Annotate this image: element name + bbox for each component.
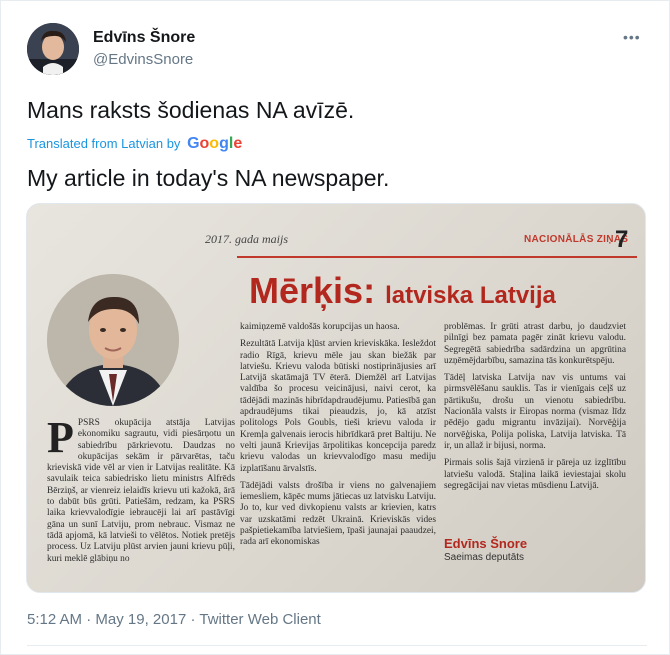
divider [27,645,647,646]
tweet-meta: 5:12 AM · May 19, 2017 · Twitter Web Cli… [27,611,321,628]
author-portrait [47,274,179,406]
newspaper-page: 2017. gada maijs NACIONĀLĀS ZIŅAS 7 Mērķ… [27,204,645,592]
newspaper-section: NACIONĀLĀS ZIŅAS [524,234,629,245]
newspaper-rule [237,256,637,258]
translation-label: Translated from Latvian by [27,136,181,151]
column-3-paragraph: Pirmais solis šajā virzienā ir pāreja uz… [444,458,626,491]
tweet-client[interactable]: Twitter Web Client [199,611,320,628]
tweet-card: Edvīns Šnore @EdvinsSnore ••• Mans rakst… [0,0,670,655]
column-3-paragraph: Tādēļ latviska Latvija nav vis untums va… [444,373,626,451]
newspaper-page-number: 7 [615,226,629,253]
translated-text: My article in today's NA newspaper. [27,165,390,191]
newspaper-date: 2017. gada maijs [205,232,289,246]
tweet-text: Mans raksts šodienas NA avīzē. [27,97,355,123]
meta-separator: · [86,611,92,628]
article-column-3: problēmas. Ir grūti atrast darbu, jo dau… [444,322,626,498]
more-options-icon[interactable]: ••• [623,29,641,45]
drop-cap: P [47,413,74,462]
tweet-photo[interactable]: 2017. gada maijs NACIONĀLĀS ZIŅAS 7 Mērķ… [26,203,646,593]
signature-name: Edvīns Šnore [444,536,528,551]
signature-role: Saeimas deputāts [444,552,525,563]
column-2-paragraph: Rezultātā Latvija kļūst arvien krieviskā… [240,339,436,474]
author-name[interactable]: Edvīns Šnore [93,29,195,47]
column-1-text: PSRS okupācija atstāja Latvijas ekonomik… [47,418,235,564]
article-column-1: P PSRS okupācija atstāja Latvijas ekonom… [47,413,235,565]
newspaper-headline: Mērķis: latviska Latvija [249,270,556,312]
translation-attribution[interactable]: Translated from Latvian by Google [27,135,242,153]
headline-sub: latviska Latvija [385,282,556,309]
author-handle[interactable]: @EdvinsSnore [93,51,193,68]
meta-separator: · [190,611,196,628]
column-2-paragraph: Tādējādi valsts drošība ir viens no galv… [240,480,436,548]
author-avatar[interactable] [27,23,79,75]
column-3-paragraph: problēmas. Ir grūti atrast darbu, jo dau… [444,322,626,366]
tweet-time[interactable]: 5:12 AM [27,611,82,628]
article-column-2: kaimiņzemē valdošās korupcijas un haosa.… [240,322,436,555]
column-2-paragraph: kaimiņzemē valdošās korupcijas un haosa. [240,322,400,332]
google-logo: Google [187,135,243,152]
headline-main: Mērķis: [249,270,376,311]
tweet-date[interactable]: May 19, 2017 [95,611,186,628]
